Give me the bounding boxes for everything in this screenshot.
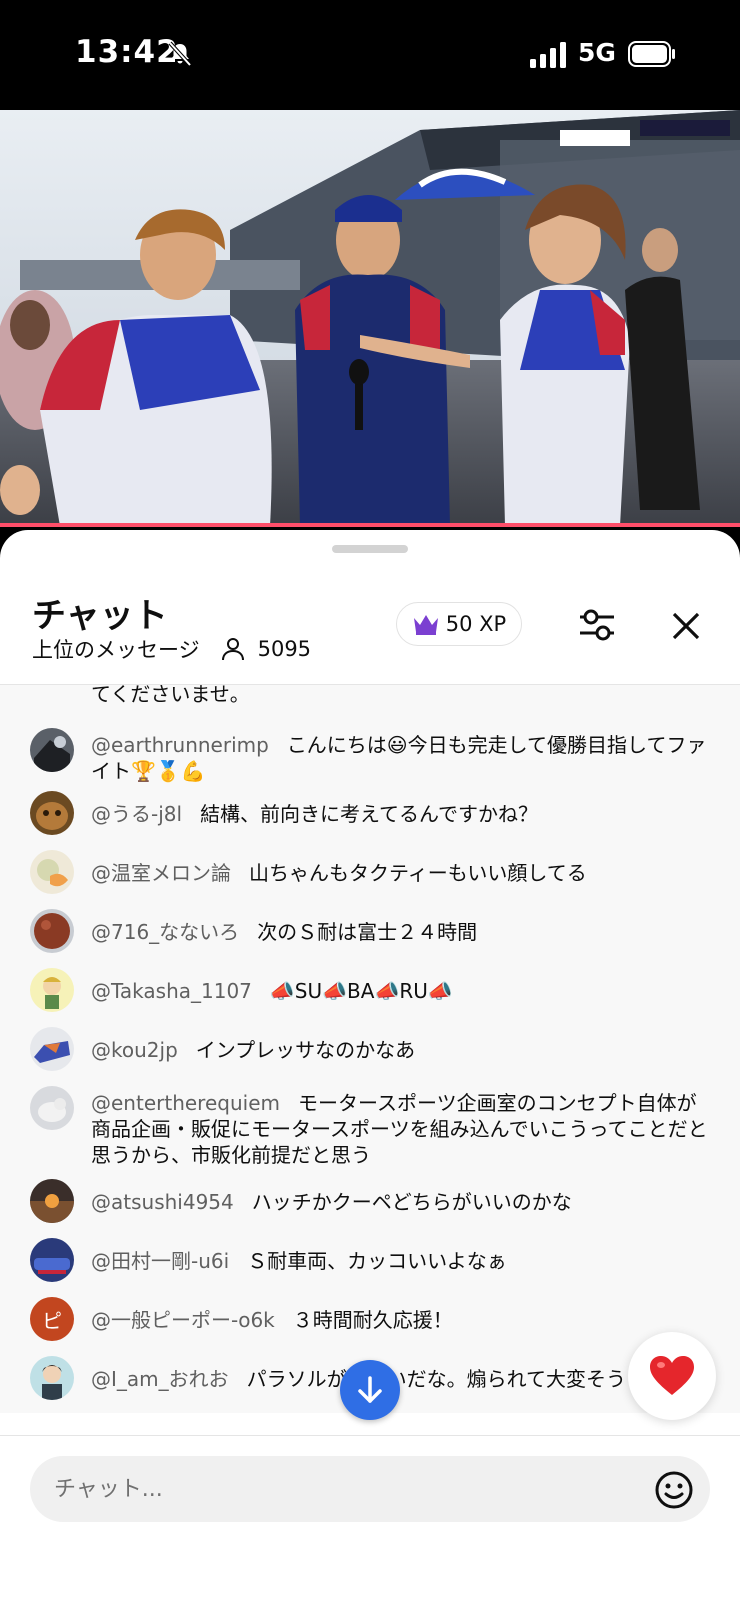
avatar[interactable] [30, 1179, 74, 1223]
avatar[interactable] [30, 1027, 74, 1071]
chat-input-bar [0, 1435, 740, 1604]
avatar[interactable]: ピ [30, 1297, 74, 1341]
status-time: 13:42 [75, 34, 179, 70]
message-author[interactable]: @earthrunnerimp [91, 733, 269, 757]
avatar[interactable] [30, 1238, 74, 1282]
avatar[interactable] [30, 1086, 74, 1130]
chat-mode[interactable]: 上位のメッセージ [32, 634, 200, 664]
video-player[interactable] [0, 110, 740, 526]
message-text: 次のＳ耐は富士２４時間 [257, 920, 478, 944]
message-author[interactable]: @田村一剛-u6i [91, 1249, 229, 1273]
avatar[interactable] [30, 1356, 74, 1400]
message-author[interactable]: @一般ピーポー-o6k [91, 1308, 275, 1332]
message-author[interactable]: @温室メロン論 [91, 861, 231, 885]
message-text: 山ちゃんもタクティーもいい顔してる [249, 861, 587, 885]
avatar[interactable] [30, 850, 74, 894]
message-author[interactable]: @Takasha_1107 [91, 979, 252, 1003]
message-text: ３時間耐久応援！ [292, 1308, 453, 1332]
chat-messages[interactable]: てくださいませ。 @earthrunnerimp こんにちは😃今日も完走して優勝目… [0, 685, 740, 1413]
avatar[interactable] [30, 968, 74, 1012]
message-text: 結構、前向きに考えてるんですかね？ [200, 802, 539, 826]
chat-title: チャット [32, 596, 168, 636]
scroll-to-bottom-button[interactable] [340, 1360, 400, 1420]
message-author[interactable]: @うる-j8l [91, 802, 182, 826]
message-text: てくださいませ。 [91, 685, 250, 706]
message-text: インプレッサなのかなあ [195, 1038, 416, 1062]
battery-icon [628, 41, 675, 67]
bell-off-icon [168, 41, 192, 67]
avatar[interactable] [30, 909, 74, 953]
avatar[interactable] [30, 791, 74, 835]
message-text: Ｓ耐車両、カッコいいよなぁ [247, 1249, 507, 1273]
message-author[interactable]: @kou2jp [91, 1038, 178, 1062]
video-progress-bar[interactable] [0, 523, 740, 527]
message-text: パラソルがデカいだな。煽られて大変そう [246, 1367, 627, 1391]
chat-input[interactable] [30, 1456, 710, 1522]
heart-reaction-button[interactable] [628, 1332, 716, 1420]
chat-subtitle: 上位のメッセージ 5095 [32, 634, 311, 664]
status-bar: 13:42 5G [0, 0, 740, 110]
signal-icon [530, 42, 566, 68]
message-author[interactable]: @atsushi4954 [91, 1190, 234, 1214]
message-text: 📣SU📣BA📣RU📣 [269, 979, 453, 1003]
avatar[interactable] [30, 728, 74, 772]
avatar-letter: ピ [42, 1308, 62, 1333]
crown-icon [413, 615, 438, 635]
network-type: 5G [578, 38, 616, 67]
message-text: ハッチかクーペどちらがいいのかな [251, 1190, 572, 1214]
video-frame [0, 110, 740, 526]
arrow-down-icon [358, 1376, 382, 1403]
message-author[interactable]: @I_am_おれお [91, 1367, 229, 1391]
filter-settings-icon[interactable] [574, 602, 620, 648]
drag-handle[interactable] [332, 545, 408, 553]
heart-icon [650, 1356, 694, 1395]
viewer-count: 5095 [257, 637, 312, 661]
emoji-icon[interactable] [654, 1470, 694, 1510]
message-author[interactable]: @716_なないろ [91, 920, 239, 944]
message-author[interactable]: @entertherequiem [91, 1091, 280, 1115]
close-icon[interactable] [666, 606, 706, 646]
xp-label: 50 XP [445, 612, 507, 636]
person-icon [221, 638, 244, 661]
xp-badge[interactable]: 50 XP [396, 602, 522, 646]
